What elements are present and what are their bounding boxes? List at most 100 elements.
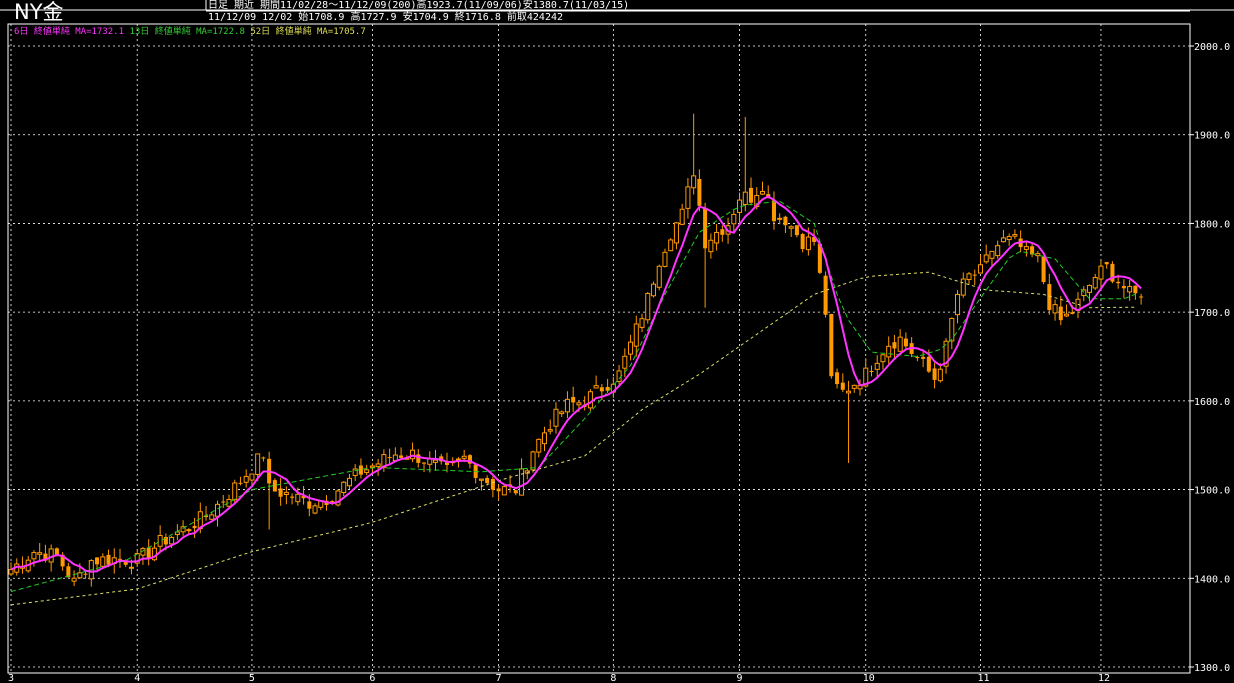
candle-body-down — [1058, 306, 1063, 321]
candle-body-up — [1023, 246, 1029, 250]
candle-body-up — [1000, 237, 1006, 243]
candle-body-down — [794, 225, 799, 236]
candle-body-up — [593, 385, 599, 389]
candlestick-chart: 1300.0 1400.0 1500.0 1600.0 1700.0 1800.0 1900… — [0, 0, 1234, 683]
candle-body-up — [249, 473, 255, 481]
candle-body-up — [846, 390, 852, 394]
candle-body-up — [553, 408, 559, 427]
candle-body-up — [1127, 286, 1133, 293]
candle-body-up — [564, 398, 570, 413]
candle-body-up — [708, 239, 714, 253]
candle-body-up — [955, 293, 961, 316]
candle-body-down — [422, 462, 427, 464]
candle-body-down — [95, 557, 100, 565]
candle-body-up — [501, 486, 507, 496]
candle-body-up — [478, 478, 484, 481]
candle-body-down — [915, 357, 920, 359]
chart-frame — [0, 0, 1234, 674]
candle-body-up — [1092, 277, 1098, 289]
candle-body-up — [31, 552, 37, 560]
candle-body-down — [485, 477, 490, 483]
candle-body-up — [949, 317, 955, 342]
candle-body-down — [261, 457, 266, 459]
candle-body-up — [128, 566, 134, 569]
x-tick-label: 8 — [610, 673, 616, 683]
candle-body-down — [272, 480, 277, 492]
candle-body-down — [399, 455, 404, 458]
candle-body-down — [840, 382, 845, 390]
candle-body-up — [71, 577, 77, 582]
candle-body-up — [1086, 284, 1092, 293]
candle-body-down — [1047, 284, 1052, 311]
candle-body-down — [1041, 256, 1046, 283]
candle-body-down — [1133, 285, 1138, 294]
candle-body-up — [1006, 236, 1012, 241]
candle-body-up — [937, 368, 943, 382]
candle-body-down — [892, 342, 897, 349]
y-tick-label: 2000.0 — [1194, 42, 1230, 53]
candle-body-down — [835, 372, 840, 385]
candles — [8, 113, 1144, 587]
candle-body-up — [616, 370, 622, 382]
candle-body-up — [622, 355, 628, 369]
candle-body-down — [221, 501, 226, 503]
candle-body-up — [679, 208, 685, 225]
candle-body-up — [369, 465, 375, 468]
candle-body-up — [312, 505, 318, 514]
candle-body-up — [541, 432, 548, 445]
candle-body-up — [759, 190, 766, 195]
candle-body-up — [886, 345, 892, 358]
candle-body-up — [989, 250, 995, 259]
candle-body-up — [341, 481, 347, 493]
candle-body-up — [960, 278, 966, 296]
candle-body-down — [490, 478, 495, 490]
candle-body-up — [295, 493, 301, 503]
candle-body-up — [461, 455, 467, 459]
candle-body-down — [932, 368, 937, 380]
candle-body-up — [536, 438, 542, 453]
candle-body-down — [513, 490, 518, 494]
candle-body-down — [1104, 261, 1109, 265]
candle-body-up — [209, 514, 215, 520]
candle-body-down — [106, 554, 111, 565]
x-tick-label: 5 — [249, 673, 255, 683]
x-tick-label: 10 — [863, 673, 875, 683]
candle-body-down — [599, 387, 604, 392]
candle-body-down — [869, 370, 874, 373]
candle-body-up — [214, 503, 221, 517]
candle-body-down — [1121, 285, 1126, 289]
candle-body-up — [662, 251, 668, 267]
candle-body-up — [880, 354, 886, 363]
candle-body-down — [903, 338, 908, 347]
candle-body-up — [410, 449, 416, 460]
candle-body-down — [307, 501, 312, 509]
candle-body-down — [290, 496, 295, 498]
y-tick-label: 1400.0 — [1194, 574, 1230, 585]
candle-body-down — [749, 187, 754, 203]
candle-body-down — [697, 178, 702, 206]
candle-body-up — [731, 213, 737, 225]
y-tick-label: 1600.0 — [1194, 397, 1230, 408]
candle-body-down — [1070, 312, 1075, 314]
candle-body-up — [851, 384, 857, 389]
y-tick-label: 1900.0 — [1194, 131, 1230, 142]
candle-body-up — [8, 569, 14, 575]
candle-body-down — [571, 396, 576, 403]
x-tick-label: 3 — [8, 673, 14, 683]
candle-body-up — [633, 323, 639, 347]
candle-body-down — [192, 525, 197, 529]
candle-body-up — [255, 453, 261, 475]
candle-body-up — [650, 283, 657, 297]
candle-body-up — [685, 186, 691, 209]
candle-body-down — [926, 356, 931, 372]
candle-body-up — [169, 536, 175, 545]
candle-body-down — [800, 234, 805, 250]
candle-body-down — [783, 216, 788, 226]
candle-body-down — [496, 488, 501, 492]
candle-body-up — [656, 265, 662, 288]
candle-body-up — [645, 293, 651, 321]
candle-body-down — [330, 501, 335, 503]
candle-body-up — [639, 318, 645, 328]
candle-body-down — [823, 275, 828, 315]
candle-body-up — [668, 239, 674, 252]
